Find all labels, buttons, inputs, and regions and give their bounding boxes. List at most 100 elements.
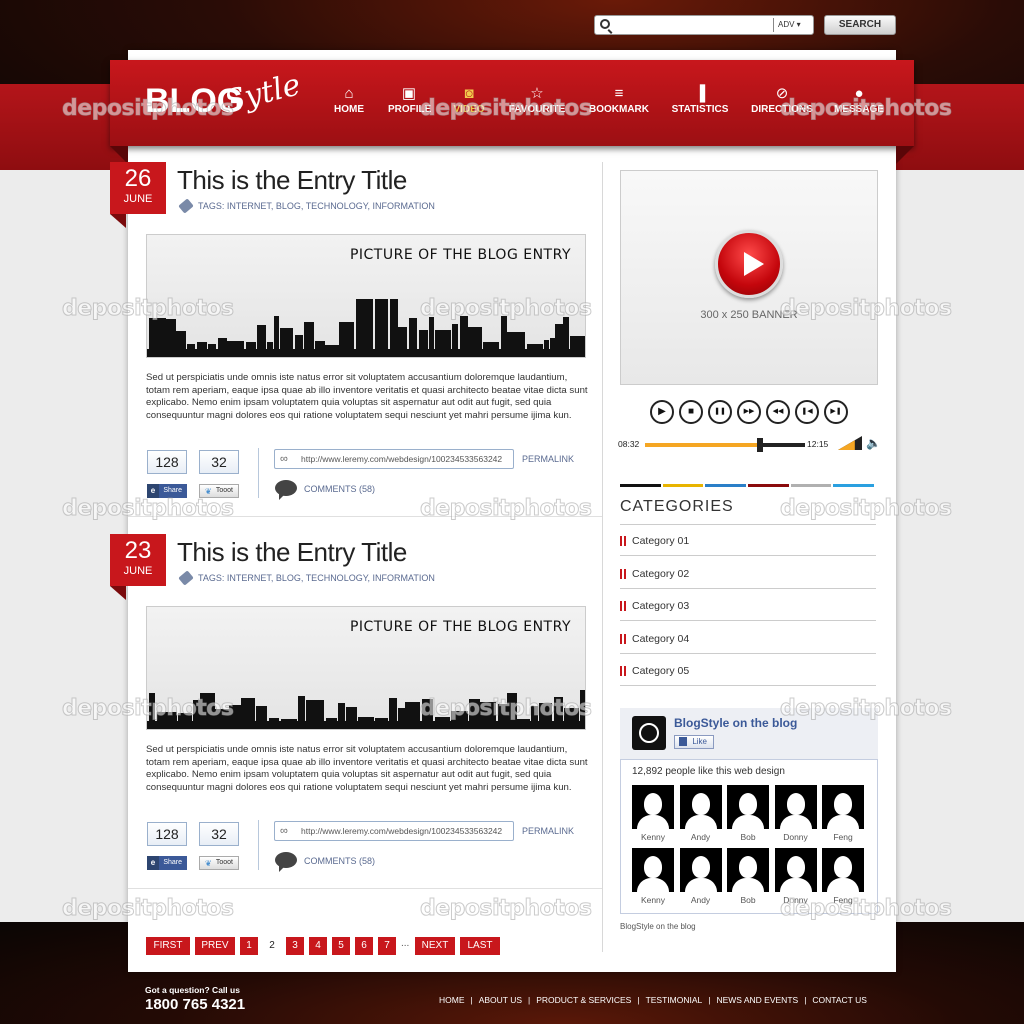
tweet-button[interactable]: ❦ Tooot — [199, 856, 239, 870]
category-item[interactable]: Category 02 — [620, 559, 876, 589]
search-button[interactable]: SEARCH — [824, 15, 896, 35]
first-page-button[interactable]: FIRST — [146, 937, 190, 955]
entry-url-field[interactable]: ∞ http://www.leremy.com/webdesign/1002345… — [274, 821, 514, 841]
bird-icon: ❦ — [205, 859, 212, 868]
date-day: 26 — [124, 165, 152, 192]
bookmark-icon: ≡ — [614, 85, 624, 102]
category-item[interactable]: Category 03 — [620, 591, 876, 621]
avatar-head — [739, 856, 757, 878]
entry-tags[interactable]: TAGS: INTERNET, BLOG, TECHNOLOGY, INFORM… — [198, 573, 435, 583]
skip-back-icon[interactable]: ❚◀ — [795, 400, 819, 424]
date-badge-fold — [110, 586, 126, 600]
link-icon: ∞ — [280, 453, 288, 465]
color-strip-segment — [833, 484, 874, 487]
entry-tags[interactable]: TAGS: INTERNET, BLOG, TECHNOLOGY, INFORM… — [198, 201, 435, 211]
comments-link[interactable]: COMMENTS (58) — [304, 856, 375, 866]
watermark-text: depositphotos — [419, 296, 592, 322]
share-button[interactable]: e Share — [147, 856, 187, 870]
footer-link[interactable]: TESTIMONIAL — [646, 995, 703, 1005]
footer-link[interactable]: HOME — [439, 995, 465, 1005]
footer-link[interactable]: CONTACT US — [812, 995, 866, 1005]
actions-divider — [258, 448, 259, 498]
avatar-shoulders — [684, 815, 717, 829]
footer-link[interactable]: NEWS AND EVENTS — [716, 995, 798, 1005]
category-item[interactable]: Category 05 — [620, 656, 876, 686]
fan-avatar[interactable] — [632, 848, 674, 892]
category-marker-icon — [620, 601, 626, 611]
watermark-text: depositphotos — [779, 496, 952, 522]
nav-home[interactable]: ⌂ HOME — [333, 84, 365, 124]
category-divider — [620, 524, 876, 525]
page-1-button[interactable]: 1 — [240, 937, 258, 955]
volume-slider[interactable] — [838, 436, 862, 450]
comments-link[interactable]: COMMENTS (58) — [304, 484, 375, 494]
watermark-text: depositphotos — [779, 696, 952, 722]
category-label: Category 03 — [632, 600, 690, 612]
color-strip-segment — [705, 484, 746, 487]
seek-handle[interactable] — [757, 438, 763, 452]
avatar-shoulders — [684, 878, 717, 892]
nav-bookmark[interactable]: ≡ BOOKMARK — [589, 84, 649, 124]
page-6-button[interactable]: 6 — [355, 937, 373, 955]
page-4-button[interactable]: 4 — [309, 937, 327, 955]
fast-forward-icon[interactable]: ▶▶ — [737, 400, 761, 424]
column-divider — [602, 162, 603, 952]
fan-avatar[interactable] — [727, 848, 769, 892]
fan-avatar[interactable] — [774, 848, 817, 892]
watermark-text: depositphotos — [419, 696, 592, 722]
page-7-button[interactable]: 7 — [378, 937, 396, 955]
category-marker-icon — [620, 536, 626, 546]
page-2-button[interactable]: 2 — [263, 937, 281, 955]
play-icon[interactable]: ▶ — [650, 400, 674, 424]
link-icon: ∞ — [280, 825, 288, 837]
pause-icon[interactable]: ❚❚ — [708, 400, 732, 424]
entry-title[interactable]: This is the Entry Title — [177, 165, 407, 196]
comment-icon — [275, 852, 297, 872]
facebook-page-name[interactable]: BlogStyle on the blog — [674, 716, 797, 730]
search-input[interactable] — [615, 18, 767, 32]
fan-name: Bob — [740, 895, 756, 905]
footer-question: Got a question? Call us — [145, 985, 240, 995]
advanced-search-dropdown[interactable]: ADV ▾ — [773, 18, 801, 32]
date-badge: 26 JUNE — [110, 162, 166, 214]
color-strip-segment — [662, 484, 704, 487]
footer-link[interactable]: PRODUCT & SERVICES — [536, 995, 631, 1005]
nav-statistics[interactable]: ▐ STATISTICS — [670, 84, 730, 124]
next-page-button[interactable]: NEXT — [415, 937, 455, 955]
permalink-link[interactable]: PERMALINK — [522, 454, 574, 464]
page-3-button[interactable]: 3 — [286, 937, 304, 955]
prev-page-button[interactable]: PREV — [195, 937, 235, 955]
entry-url-field[interactable]: ∞ http://www.leremy.com/webdesign/1002345… — [274, 449, 514, 469]
home-icon: ⌂ — [344, 85, 354, 102]
stop-icon[interactable]: ■ — [679, 400, 703, 424]
page-5-button[interactable]: 5 — [332, 937, 350, 955]
fan-avatar[interactable] — [774, 785, 817, 829]
fan-avatar[interactable] — [727, 785, 769, 829]
rewind-icon[interactable]: ◀◀ — [766, 400, 790, 424]
entry-body: Sed ut perspiciatis unde omnis iste natu… — [146, 372, 588, 421]
fan-name: Kenny — [640, 832, 666, 842]
big-play-button[interactable] — [715, 230, 783, 298]
fan-avatar[interactable] — [679, 785, 722, 829]
category-item[interactable]: Category 01 — [620, 526, 876, 556]
entry-title[interactable]: This is the Entry Title — [177, 537, 407, 568]
fan-avatar[interactable] — [822, 848, 864, 892]
tweet-count: 32 — [199, 450, 239, 474]
fan-avatar[interactable] — [822, 785, 864, 829]
facebook-like-button[interactable]: Like — [674, 735, 714, 749]
last-page-button[interactable]: LAST — [460, 937, 500, 955]
color-strip-segment — [790, 484, 832, 487]
category-label: Category 04 — [632, 632, 690, 645]
footer-link[interactable]: ABOUT US — [479, 995, 522, 1005]
watermark-text: depositphotos — [61, 896, 234, 922]
speaker-icon[interactable]: 🔈 — [866, 436, 881, 450]
date-day: 23 — [124, 537, 152, 564]
fan-name: Donny — [783, 832, 808, 842]
skip-forward-icon[interactable]: ▶❚ — [824, 400, 848, 424]
fan-avatar[interactable] — [632, 785, 674, 829]
fan-avatar[interactable] — [679, 848, 722, 892]
permalink-link[interactable]: PERMALINK — [522, 826, 574, 836]
category-marker-icon — [620, 568, 626, 579]
picture-caption: PICTURE OF THE BLOG ENTRY — [349, 619, 571, 635]
category-item[interactable]: Category 04 — [620, 624, 876, 654]
